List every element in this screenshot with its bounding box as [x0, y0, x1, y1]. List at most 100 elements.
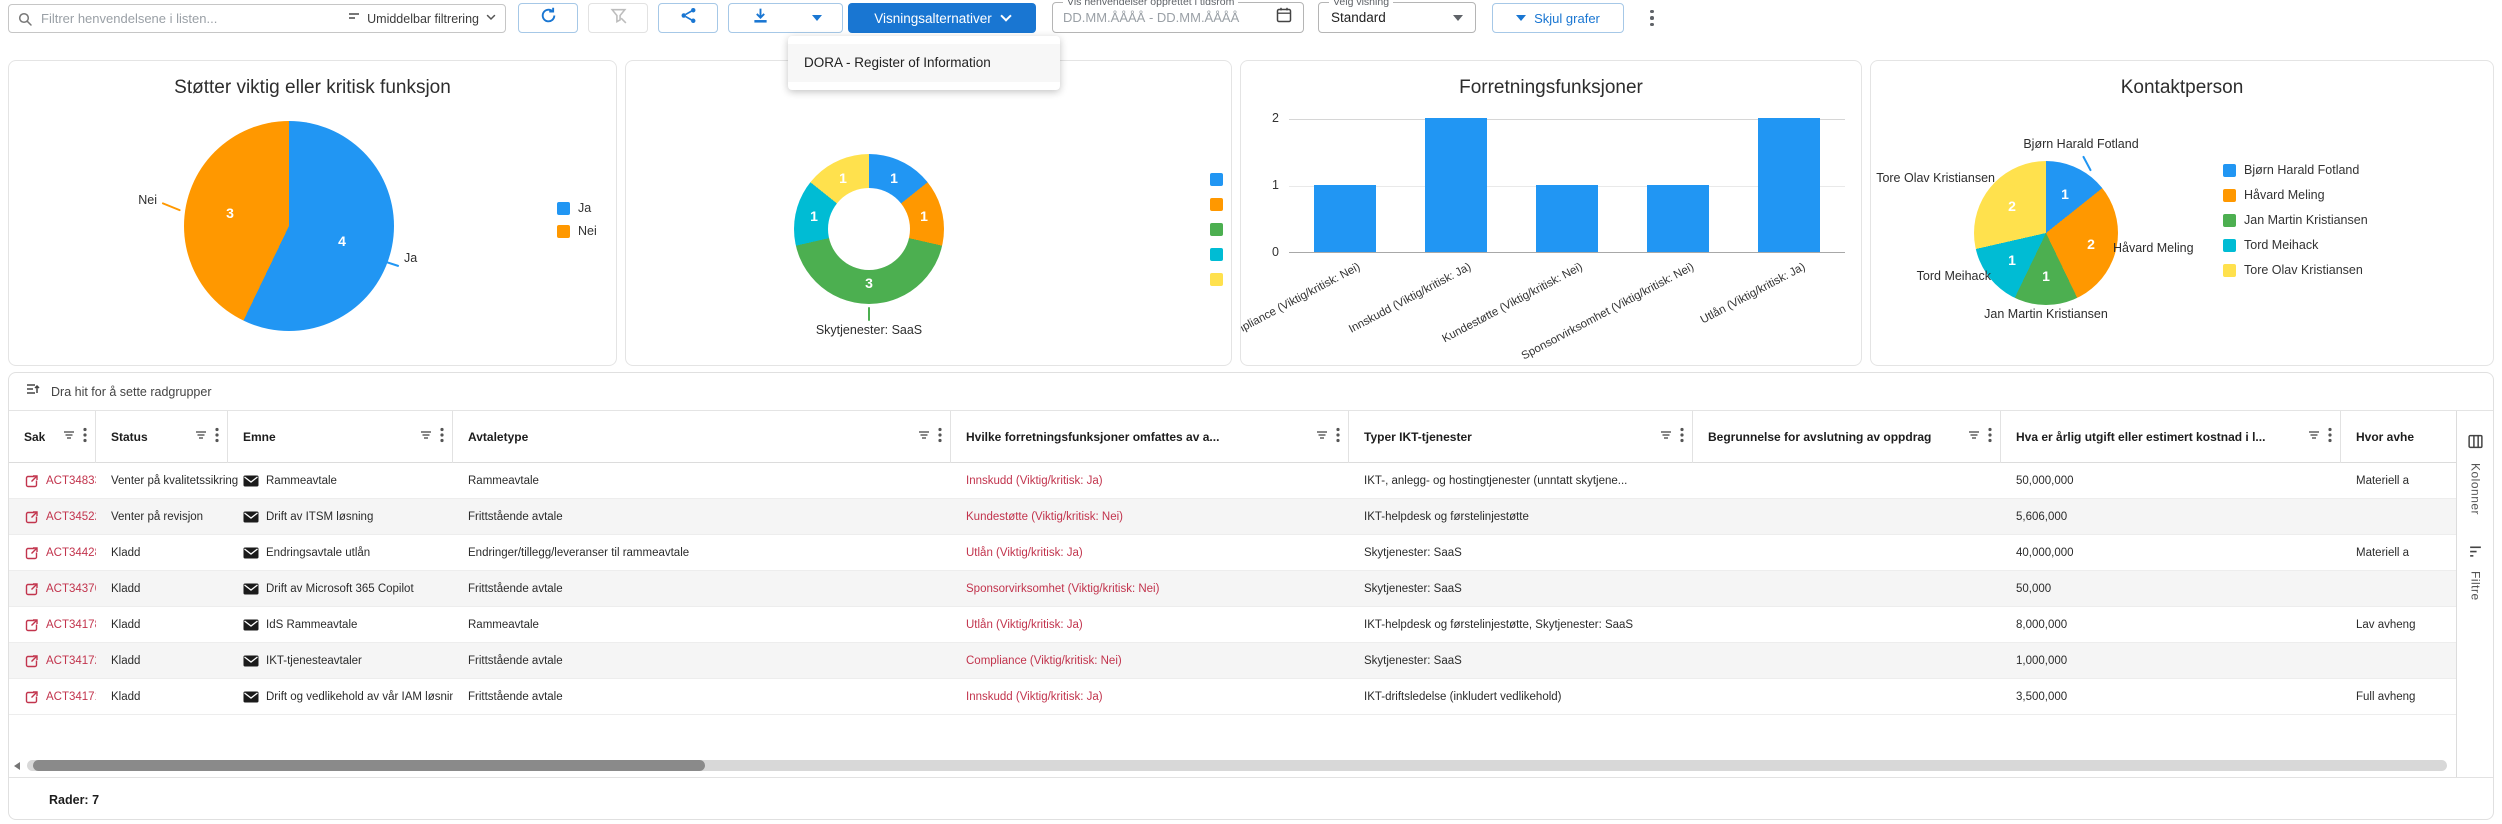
case-link[interactable]: ACT341786 [46, 619, 96, 631]
cell-kostnad: 50,000,000 [2001, 463, 2341, 499]
external-link-icon[interactable] [24, 618, 39, 633]
column-filter-icon[interactable] [1967, 428, 1981, 447]
column-menu-icon[interactable] [83, 427, 87, 448]
cell-begrunnelse [1693, 535, 2001, 571]
column-menu-icon[interactable] [1680, 427, 1684, 448]
hide-charts-button[interactable]: Skjul grafer [1492, 3, 1624, 33]
cell-text: Skytjenester: SaaS [1364, 547, 1462, 559]
caret-down-icon [1453, 15, 1463, 21]
column-menu-icon[interactable] [1336, 427, 1340, 448]
share-button[interactable] [658, 3, 718, 33]
case-link[interactable]: ACT348339 [46, 475, 96, 487]
column-filter-icon[interactable] [194, 428, 208, 447]
calendar-icon[interactable] [1275, 6, 1293, 29]
scrollbar-thumb[interactable] [33, 760, 705, 771]
external-link-icon[interactable] [24, 510, 39, 525]
filter-mode-label: Umiddelbar filtrering [367, 12, 479, 26]
bar [1425, 118, 1487, 252]
date-range-input[interactable] [1063, 10, 1275, 25]
callout-line [2044, 290, 2046, 304]
legend-item: Nei [557, 224, 597, 238]
table-row[interactable]: ACT344286KladdEndringsavtale utlånEndrin… [9, 535, 2456, 571]
legend-swatch [1210, 198, 1223, 211]
row-group-dropzone[interactable]: Dra hit for å sette radgrupper [9, 373, 2493, 411]
table-row[interactable]: ACT341714KladdDrift og vedlikehold av vå… [9, 679, 2456, 715]
column-header-label: Typer IKT-tjenester [1364, 430, 1472, 444]
cell-status: Kladd [96, 571, 228, 607]
cell-avtaletype: Rammeavtale [453, 607, 951, 643]
slice-value: 4 [338, 233, 346, 249]
side-tab-filters[interactable]: Filtre [2457, 543, 2494, 601]
column-header-begrunnelse[interactable]: Begrunnelse for avslutning av oppdrag [1693, 411, 2001, 463]
column-menu-icon[interactable] [938, 427, 942, 448]
x-axis-label: Sponsorvirksomhet (Viktig/kritisk: Nei) [1519, 261, 1695, 362]
column-filter-icon[interactable] [1315, 428, 1329, 447]
legend-swatch [1210, 173, 1223, 186]
cell-ikt: IKT-driftsledelse (inkludert vedlikehold… [1349, 679, 1693, 715]
external-link-icon[interactable] [24, 654, 39, 669]
table-row[interactable]: ACT348339Venter på kvalitetssikringRamme… [9, 463, 2456, 499]
table-row[interactable]: ACT345227Venter på revisjonDrift av ITSM… [9, 499, 2456, 535]
column-header-emne[interactable]: Emne [228, 411, 453, 463]
view-options-label: Visningsalternativer [874, 11, 992, 26]
view-options-button[interactable]: Visningsalternativer [848, 3, 1036, 33]
column-menu-icon[interactable] [440, 427, 444, 448]
legend-item [1210, 198, 1223, 211]
case-link[interactable]: ACT343768 [46, 583, 96, 595]
pie-chart-critical-function [184, 121, 394, 331]
row-group-hint: Dra hit for å sette radgrupper [51, 385, 212, 399]
refresh-button[interactable] [518, 3, 578, 33]
column-header-ikt[interactable]: Typer IKT-tjenester [1349, 411, 1693, 463]
column-header-kostnad[interactable]: Hva er årlig utgift eller estimert kostn… [2001, 411, 2341, 463]
cell-text: Rammeavtale [468, 619, 539, 631]
filter-mode-select[interactable]: Umiddelbar filtrering [339, 9, 497, 28]
kebab-menu-icon[interactable] [1642, 5, 1662, 31]
case-link[interactable]: ACT341714 [46, 691, 96, 703]
toolbar: Umiddelbar filtrering Visningsalternativ… [0, 0, 2502, 56]
legend-label: Bjørn Harald Fotland [2244, 163, 2359, 177]
cell-emne: Drift av ITSM løsning [228, 499, 453, 535]
external-link-icon[interactable] [24, 474, 39, 489]
column-filter-icon[interactable] [419, 428, 433, 447]
menu-item[interactable]: DORA - Register of Information [788, 44, 1060, 82]
table-row[interactable]: ACT343768KladdDrift av Microsoft 365 Cop… [9, 571, 2456, 607]
cell-kostnad: 40,000,000 [2001, 535, 2341, 571]
column-header-sak[interactable]: Sak [9, 411, 96, 463]
cell-kostnad: 5,606,000 [2001, 499, 2341, 535]
legend-swatch [1210, 248, 1223, 261]
cell-text: Compliance (Viktig/kritisk: Nei) [966, 655, 1122, 667]
column-header-avtaletype[interactable]: Avtaletype [453, 411, 951, 463]
download-button[interactable] [728, 3, 792, 33]
cell-text: IdS Rammeavtale [266, 619, 357, 631]
side-tab-columns[interactable]: Kolonner [2457, 433, 2494, 515]
column-menu-icon[interactable] [1988, 427, 1992, 448]
column-filter-icon[interactable] [62, 428, 76, 447]
cell-ikt: IKT-, anlegg- og hostingtjenester (unnta… [1349, 463, 1693, 499]
clear-filter-button[interactable] [588, 3, 648, 33]
column-header-avhengighet[interactable]: Hvor avhe [2341, 411, 2456, 463]
case-link[interactable]: ACT345227 [46, 511, 96, 523]
download-options-button[interactable] [791, 3, 843, 33]
search-input[interactable] [41, 11, 339, 26]
envelope-icon [243, 691, 259, 703]
column-header-funksjoner[interactable]: Hvilke forretningsfunksjoner omfattes av… [951, 411, 1349, 463]
external-link-icon[interactable] [24, 690, 39, 705]
cell-sak: ACT344286 [9, 535, 96, 571]
table-row[interactable]: ACT341725KladdIKT-tjenesteavtalerFrittst… [9, 643, 2456, 679]
case-link[interactable]: ACT341725 [46, 655, 96, 667]
view-select[interactable]: Velg visning Standard [1318, 2, 1476, 33]
column-filter-icon[interactable] [1659, 428, 1673, 447]
column-menu-icon[interactable] [2328, 427, 2332, 448]
column-filter-icon[interactable] [2307, 428, 2321, 447]
external-link-icon[interactable] [24, 582, 39, 597]
external-link-icon[interactable] [24, 546, 39, 561]
y-axis-tick: 1 [1249, 178, 1279, 192]
chart-panel-ikt-services: Skytjenester: SaaS 11311 [625, 60, 1232, 366]
column-filter-icon[interactable] [917, 428, 931, 447]
envelope-icon [243, 583, 259, 595]
column-menu-icon[interactable] [215, 427, 219, 448]
column-header-status[interactable]: Status [96, 411, 228, 463]
scroll-left-arrow-icon[interactable] [14, 762, 20, 770]
table-row[interactable]: ACT341786KladdIdS RammeavtaleRammeavtale… [9, 607, 2456, 643]
case-link[interactable]: ACT344286 [46, 547, 96, 559]
